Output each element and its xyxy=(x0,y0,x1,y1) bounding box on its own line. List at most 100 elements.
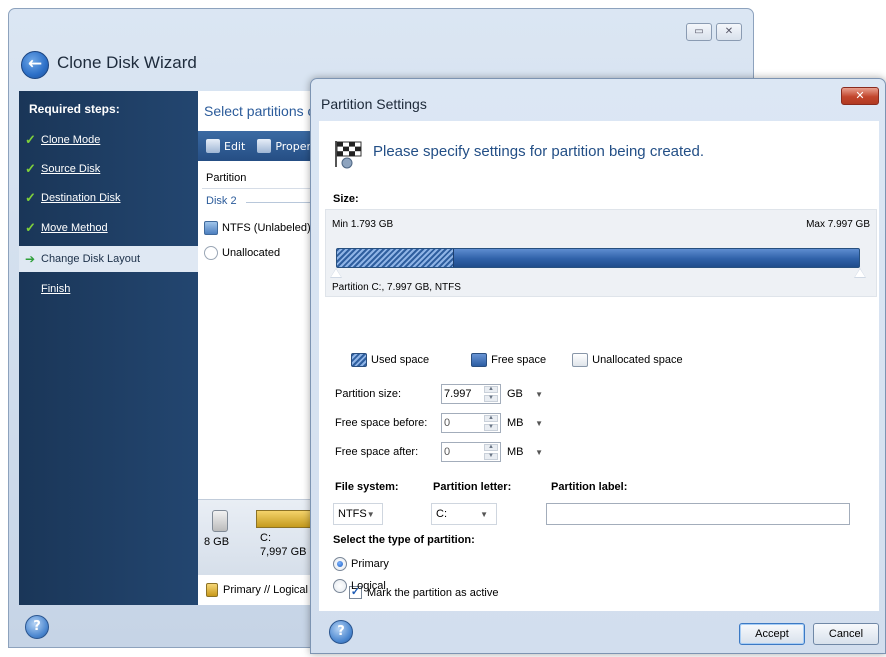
sidebar-item-label: Source Disk xyxy=(41,163,101,175)
partition-letter-value: C: xyxy=(436,508,447,520)
sidebar-item-finish[interactable]: Finish xyxy=(41,278,70,300)
free-space-swatch xyxy=(471,353,488,367)
spin-down-icon[interactable]: ▼ xyxy=(484,395,498,402)
min-size-label: Min 1.793 GB xyxy=(332,219,394,230)
sidebar-item-label: Change Disk Layout xyxy=(41,253,141,265)
disk-size-label: 8 GB xyxy=(204,536,230,548)
check-icon: ✓ xyxy=(25,161,36,176)
sidebar-item-destination-disk[interactable]: ✓ Destination Disk xyxy=(25,187,120,209)
max-size-label: Max 7.997 GB xyxy=(806,219,870,230)
partition-letter-label: Partition letter: xyxy=(433,481,512,493)
left-resize-handle[interactable] xyxy=(330,268,342,278)
accept-button[interactable]: Accept xyxy=(739,623,805,645)
spin-up-icon[interactable]: ▲ xyxy=(484,444,498,451)
logical-radio[interactable]: Logical xyxy=(333,579,386,593)
check-icon: ✓ xyxy=(25,220,36,235)
primary-radio[interactable]: Primary xyxy=(333,557,389,571)
free-space-before-unit-select[interactable]: MB ▼ xyxy=(507,413,547,433)
primary-partition-swatch xyxy=(206,583,218,597)
primary-radio-label: Primary xyxy=(351,558,389,570)
partition-size-unit-select[interactable]: GB ▼ xyxy=(507,384,547,404)
unallocated-space-swatch xyxy=(572,353,589,367)
file-system-select[interactable]: NTFS ▼ xyxy=(333,503,383,525)
spin-down-icon[interactable]: ▼ xyxy=(484,424,498,431)
right-resize-handle[interactable] xyxy=(854,268,866,278)
partition-label-label: Partition label: xyxy=(551,481,628,493)
partition-icon xyxy=(204,221,218,235)
close-button[interactable]: ✕ xyxy=(716,23,742,41)
unit-value: MB xyxy=(507,446,524,458)
file-system-label: File system: xyxy=(335,481,399,493)
legend-unallocated: Unallocated space xyxy=(572,353,683,367)
current-step-arrow-icon: ➔ xyxy=(25,252,36,266)
space-legend: Used space Free space Unallocated space xyxy=(351,353,709,367)
free-space-before-stepper[interactable]: 0 ▲ ▼ xyxy=(441,413,501,433)
legend-used: Used space xyxy=(351,353,429,367)
free-space-after-stepper[interactable]: 0 ▲ ▼ xyxy=(441,442,501,462)
legend-unallocated-label: Unallocated space xyxy=(592,354,683,366)
partition-type-section-label: Select the type of partition: xyxy=(333,534,475,546)
chevron-down-icon: ▼ xyxy=(366,509,375,519)
logical-radio-label: Logical xyxy=(351,580,386,592)
properties-button[interactable]: Propert xyxy=(257,139,315,153)
sidebar-item-change-disk-layout[interactable]: ➔ Change Disk Layout xyxy=(19,246,198,272)
checkered-flag-icon xyxy=(335,141,362,169)
disk-group-label: Disk 2 xyxy=(206,195,237,207)
legend-free-label: Free space xyxy=(491,354,547,366)
partition-detail: 7,997 GB N xyxy=(260,546,318,558)
check-icon: ✓ xyxy=(25,132,36,147)
sidebar-item-clone-mode[interactable]: ✓ Clone Mode xyxy=(25,129,100,151)
free-space-before-label: Free space before: xyxy=(335,417,428,429)
mark-active-label: Mark the partition as active xyxy=(367,586,499,599)
spin-up-icon[interactable]: ▲ xyxy=(484,415,498,422)
legend-used-label: Used space xyxy=(371,354,430,366)
table-row[interactable]: Unallocated xyxy=(204,246,280,260)
help-icon[interactable]: ? xyxy=(329,620,353,644)
required-steps-sidebar: Required steps: ✓ Clone Mode ✓ Source Di… xyxy=(19,91,198,605)
partition-settings-dialog: Partition Settings ✕ Please specify sett… xyxy=(310,78,886,654)
wizard-title: Clone Disk Wizard xyxy=(57,53,197,72)
free-space-after-unit-select[interactable]: MB ▼ xyxy=(507,442,547,462)
sidebar-item-source-disk[interactable]: ✓ Source Disk xyxy=(25,158,100,180)
properties-icon xyxy=(257,139,272,153)
sidebar-item-label: Finish xyxy=(41,283,71,295)
dialog-title: Partition Settings xyxy=(321,96,427,112)
dialog-close-button[interactable]: ✕ xyxy=(841,87,879,105)
spin-up-icon[interactable]: ▲ xyxy=(484,386,498,393)
partition-size-label: Partition size: xyxy=(335,388,402,400)
sidebar-item-label: Destination Disk xyxy=(41,192,121,204)
partition-row-label: Unallocated xyxy=(222,247,281,259)
edit-button[interactable]: Edit xyxy=(206,139,245,153)
dialog-prompt: Please specify settings for partition be… xyxy=(373,143,705,160)
partition-label-input[interactable] xyxy=(546,503,850,525)
maximize-button[interactable]: ▭ xyxy=(686,23,712,41)
partition-letter-select[interactable]: C: ▼ xyxy=(431,503,497,525)
pencil-icon xyxy=(206,139,220,153)
free-space-after-value: 0 xyxy=(444,446,451,458)
help-icon[interactable]: ? xyxy=(25,615,49,639)
used-space-segment xyxy=(337,249,454,267)
size-slider-panel: Min 1.793 GB Max 7.997 GB Partition C:, … xyxy=(325,209,877,297)
legend-text: Primary // Logical /, xyxy=(223,584,318,596)
cancel-button[interactable]: Cancel xyxy=(813,623,879,645)
dialog-footer: ? Accept Cancel xyxy=(311,611,885,653)
used-space-swatch xyxy=(351,353,367,367)
sidebar-item-move-method[interactable]: ✓ Move Method xyxy=(25,217,108,239)
content-headline: Select partitions o xyxy=(204,103,316,119)
free-space-after-label: Free space after: xyxy=(335,446,419,458)
partition-size-stepper[interactable]: 7.997 ▲ ▼ xyxy=(441,384,501,404)
partition-size-bar[interactable] xyxy=(336,248,860,268)
free-space-after-row: Free space after: 0 ▲ ▼ MB ▼ xyxy=(335,442,547,462)
legend-free: Free space xyxy=(471,353,546,367)
partition-name: C: xyxy=(260,532,271,544)
sidebar-item-label: Move Method xyxy=(41,222,108,234)
unallocated-icon xyxy=(204,246,218,260)
dialog-body: Please specify settings for partition be… xyxy=(319,121,879,611)
table-row[interactable]: NTFS (Unlabeled) (C xyxy=(204,221,325,235)
free-space-before-value: 0 xyxy=(444,417,451,429)
hard-disk-icon xyxy=(212,510,228,532)
spin-down-icon[interactable]: ▼ xyxy=(484,453,498,460)
unit-value: GB xyxy=(507,388,523,400)
back-arrow-icon[interactable]: ← xyxy=(21,51,49,79)
file-system-value: NTFS xyxy=(338,508,367,520)
